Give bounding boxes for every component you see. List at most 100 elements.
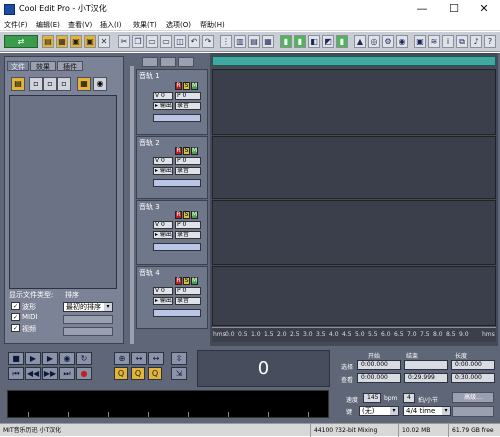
track-lane-2[interactable] bbox=[212, 136, 496, 199]
sort-option-button-2[interactable] bbox=[63, 327, 113, 336]
tempo-field[interactable]: 145 bbox=[363, 393, 381, 403]
solo-button[interactable]: S bbox=[183, 277, 190, 285]
close-icon[interactable]: ▫ bbox=[43, 77, 57, 91]
rewind-button[interactable]: ◀◀ bbox=[25, 367, 41, 380]
mute-button[interactable]: M bbox=[191, 277, 198, 285]
zoom-out-icon[interactable]: ↔ bbox=[131, 352, 147, 365]
file-list[interactable] bbox=[9, 95, 117, 289]
play-file-icon[interactable]: ◉ bbox=[93, 77, 107, 91]
minimize-button[interactable]: — bbox=[407, 2, 437, 16]
tab-files[interactable]: 文件 bbox=[7, 61, 29, 71]
zoom-full-icon[interactable]: ↔ bbox=[148, 352, 164, 365]
undo-icon[interactable]: ↶ bbox=[188, 35, 200, 48]
settings-icon[interactable]: ⚙ bbox=[382, 35, 394, 48]
import-icon[interactable]: ▫ bbox=[29, 77, 43, 91]
output-field[interactable]: ▸ 输出 bbox=[153, 102, 173, 110]
open-folder-icon[interactable]: ▤ bbox=[11, 77, 25, 91]
loop-button[interactable]: ↻ bbox=[76, 352, 92, 365]
record-arm-button[interactable]: R bbox=[175, 147, 182, 155]
mute-button[interactable]: M bbox=[191, 211, 198, 219]
go-to-end-button[interactable]: ⏭ bbox=[59, 367, 75, 380]
mute-clip-icon[interactable]: ▦ bbox=[262, 35, 274, 48]
copy-icon[interactable]: ❐ bbox=[132, 35, 144, 48]
input-field[interactable]: 录音 bbox=[175, 102, 201, 110]
overview-bar[interactable] bbox=[212, 56, 496, 66]
snap-icon[interactable]: ▮ bbox=[336, 35, 348, 48]
menu-insert[interactable]: 插入(I) bbox=[100, 20, 122, 30]
play-button[interactable]: ▶ bbox=[25, 352, 41, 365]
info-icon[interactable]: i bbox=[442, 35, 454, 48]
mix-paste-icon[interactable]: ▭ bbox=[160, 35, 172, 48]
frequency-icon[interactable]: ≋ bbox=[428, 35, 440, 48]
transpose-icon[interactable]: ♪ bbox=[470, 35, 482, 48]
tab-effects[interactable]: 效果 bbox=[30, 61, 56, 71]
time-select-icon[interactable]: ▮ bbox=[280, 35, 292, 48]
record-arm-button[interactable]: R bbox=[175, 211, 182, 219]
cut-icon[interactable]: ✂ bbox=[118, 35, 130, 48]
pan-field[interactable]: P 0 bbox=[175, 221, 201, 229]
selection-end-field[interactable] bbox=[404, 360, 448, 370]
play-looped-button[interactable]: ◉ bbox=[59, 352, 75, 365]
track-scrollbar[interactable] bbox=[130, 66, 134, 344]
checkbox-wave[interactable]: ✓ bbox=[11, 302, 20, 310]
time-ruler[interactable]: hms 0.0 0.5 1.0 1.5 2.0 2.5 3.0 3.5 4.0 … bbox=[212, 327, 496, 342]
solo-button[interactable]: S bbox=[183, 147, 190, 155]
pan-field[interactable]: P 0 bbox=[175, 287, 201, 295]
paste-icon[interactable]: ▭ bbox=[146, 35, 158, 48]
mute-button[interactable]: M bbox=[191, 147, 198, 155]
track-lane-3[interactable] bbox=[212, 200, 496, 265]
mute-button[interactable]: M bbox=[191, 82, 198, 90]
switch-view-button[interactable]: ⇄ bbox=[4, 35, 38, 48]
view-begin-field[interactable]: 0:00.000 bbox=[357, 373, 401, 383]
key-dropdown[interactable]: (无) ▾ bbox=[359, 406, 399, 416]
zoom-in-icon[interactable]: ⊕ bbox=[114, 352, 130, 365]
advanced-button[interactable]: 高级... bbox=[452, 392, 494, 403]
solo-button[interactable]: S bbox=[183, 82, 190, 90]
stop-button[interactable]: ■ bbox=[8, 352, 24, 365]
selection-length-field[interactable]: 0:00.000 bbox=[451, 360, 495, 370]
hybrid-tool-icon[interactable]: ◧ bbox=[308, 35, 320, 48]
group-icon[interactable]: ▥ bbox=[234, 35, 246, 48]
menu-help[interactable]: 帮助(H) bbox=[200, 20, 225, 30]
zoom-vertical-out-icon[interactable]: ⇲ bbox=[171, 367, 187, 380]
record-button[interactable]: ● bbox=[76, 367, 92, 380]
output-field[interactable]: ▸ 输出 bbox=[153, 297, 173, 305]
metronome-icon[interactable]: ▲ bbox=[354, 35, 366, 48]
time-signature-dropdown[interactable]: 4/4 time ▾ bbox=[403, 406, 451, 416]
tempo-extra-button[interactable] bbox=[452, 406, 494, 417]
loop-icon[interactable]: ◎ bbox=[368, 35, 380, 48]
track-fx-button[interactable] bbox=[153, 309, 201, 317]
menu-view[interactable]: 查看(V) bbox=[68, 20, 92, 30]
zoom-selection-icon[interactable]: Q bbox=[114, 367, 128, 380]
track-lane-1[interactable] bbox=[212, 69, 496, 135]
record-arm-button[interactable]: R bbox=[175, 82, 182, 90]
track-fx-button[interactable] bbox=[153, 179, 201, 187]
redo-icon[interactable]: ↷ bbox=[202, 35, 214, 48]
close-button[interactable]: ✕ bbox=[469, 2, 499, 16]
volume-field[interactable]: V 0 bbox=[153, 287, 173, 295]
track-view-button[interactable] bbox=[142, 57, 158, 67]
volume-field[interactable]: V 0 bbox=[153, 221, 173, 229]
menu-file[interactable]: 文件(F) bbox=[4, 20, 28, 30]
maximize-button[interactable]: ☐ bbox=[439, 2, 469, 16]
move-copy-icon[interactable]: ▮ bbox=[294, 35, 306, 48]
save-icon[interactable]: ▣ bbox=[70, 35, 82, 48]
track-view-button-3[interactable] bbox=[178, 57, 194, 67]
split-icon[interactable]: ⋮ bbox=[220, 35, 232, 48]
menu-effects[interactable]: 效果(T) bbox=[133, 20, 157, 30]
beats-field[interactable]: 4 bbox=[403, 393, 415, 403]
output-field[interactable]: ▸ 输出 bbox=[153, 231, 173, 239]
track-control-3[interactable]: 音轨 3 R S M V 0 P 0 ▸ 输出 录音 bbox=[136, 200, 208, 265]
open-file-icon[interactable]: ▦ bbox=[56, 35, 68, 48]
view-length-field[interactable]: 0:30.000 bbox=[451, 373, 495, 383]
envelope-icon[interactable]: ◩ bbox=[322, 35, 334, 48]
input-field[interactable]: 录音 bbox=[175, 297, 201, 305]
menu-options[interactable]: 选项(O) bbox=[166, 20, 191, 30]
play-to-end-button[interactable]: ▶ bbox=[42, 352, 58, 365]
zoom-left-icon[interactable]: Q bbox=[131, 367, 145, 380]
solo-button[interactable]: S bbox=[183, 211, 190, 219]
checkbox-video[interactable]: ✓ bbox=[11, 324, 20, 332]
cd-icon[interactable]: ◉ bbox=[396, 35, 408, 48]
track-view-button-2[interactable] bbox=[160, 57, 176, 67]
new-file-icon[interactable]: ▤ bbox=[42, 35, 54, 48]
